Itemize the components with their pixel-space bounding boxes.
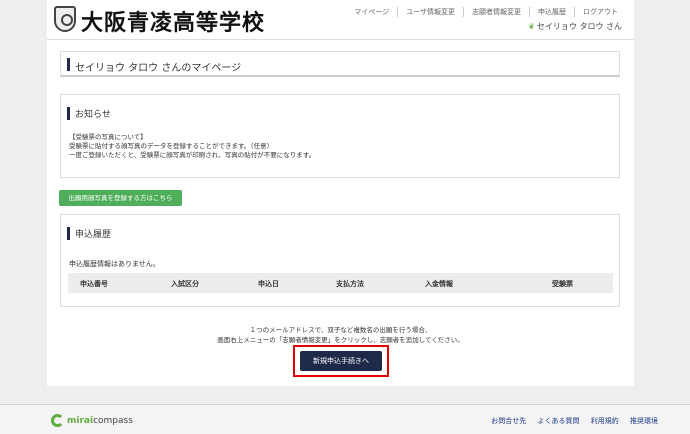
nav-user-info-change[interactable]: ユーザ情報変更: [397, 7, 463, 17]
column-header: 入試区分: [171, 280, 199, 288]
school-crest-icon: [54, 6, 76, 32]
nav-mypage[interactable]: マイページ: [346, 7, 397, 17]
register-photo-button[interactable]: 出願用顔写真を登録する方はこちら: [59, 190, 182, 206]
history-title-marker: [67, 227, 70, 240]
info-line: １つのメールアドレスで、双子など複数名の出願を行う場合、: [249, 326, 432, 334]
footer-link-contact[interactable]: お問合せ先: [491, 417, 526, 425]
notice-line: 受験票に貼付する顔写真のデータを登録することができます。（任意）: [69, 142, 274, 150]
notice-title: お知らせ: [75, 110, 111, 120]
logo-rest: compass: [93, 416, 133, 426]
nav-application-history[interactable]: 申込履歴: [529, 7, 574, 17]
notice-title-marker: [67, 107, 70, 120]
history-title: 申込履歴: [75, 230, 112, 240]
user-label: ❦ セイリョウ タロウ さん: [528, 21, 622, 32]
column-header: 申込日: [258, 280, 279, 288]
footer: miraicompass お問合せ先 よくある質問 利用規約 推奨環境: [0, 404, 690, 434]
history-card: 申込履歴 申込履歴情報はありません。 申込番号 入試区分 申込日 支払方法 入金…: [60, 214, 620, 307]
notice-card: お知らせ 【受験票の写真について】 受験票に貼付する顔写真のデータを登録すること…: [60, 94, 620, 178]
notice-header: お知らせ: [61, 101, 619, 121]
notice-line: 一度ご登録いただくと、受験票に顔写真が印刷され、写真の貼付が不要になります。: [69, 151, 316, 159]
footer-logo: miraicompass: [67, 416, 133, 426]
footer-link-faq[interactable]: よくある質問: [538, 417, 580, 425]
column-header: 受験票: [552, 280, 573, 288]
page-title-box: セイリョウ タロウ さんのマイページ: [60, 51, 620, 77]
footer-links: お問合せ先 よくある質問 利用規約 推奨環境: [482, 416, 658, 426]
notice-body: 【受験票の写真について】 受験票に貼付する顔写真のデータを登録することができます…: [69, 133, 315, 160]
school-name: 大阪青凌高等学校: [81, 11, 266, 36]
footer-link-environment[interactable]: 推奨環境: [630, 417, 658, 425]
info-line: 画面右上メニューの「志願者情報変更」をクリックし、志願者を追加してください。: [217, 336, 464, 344]
column-header: 入金情報: [425, 280, 453, 288]
miraicompass-logo-icon: [51, 414, 64, 427]
new-application-button[interactable]: 新規申込手続きへ: [300, 351, 382, 371]
notice-line: 【受験票の写真について】: [69, 133, 147, 141]
top-nav: マイページ ユーザ情報変更 志願者情報変更 申込履歴 ログアウト: [346, 7, 626, 17]
page-title: セイリョウ タロウ さんのマイページ: [75, 63, 242, 74]
leaf-icon: ❦: [528, 22, 535, 31]
user-name: セイリョウ タロウ さん: [536, 22, 622, 31]
column-header: 申込番号: [80, 280, 108, 288]
main-content: セイリョウ タロウ さんのマイページ お知らせ 【受験票の写真について】 受験票…: [47, 40, 634, 386]
highlight-frame: 新規申込手続きへ: [293, 345, 389, 377]
footer-link-terms[interactable]: 利用規約: [591, 417, 619, 425]
nav-applicant-info-change[interactable]: 志願者情報変更: [463, 7, 529, 17]
title-bar-marker: [67, 58, 70, 71]
history-table-header: 申込番号 入試区分 申込日 支払方法 入金情報 受験票: [68, 273, 613, 293]
logo-bold: mirai: [67, 416, 94, 426]
history-header: 申込履歴: [61, 221, 619, 241]
header: 大阪青凌高等学校 マイページ ユーザ情報変更 志願者情報変更 申込履歴 ログアウ…: [47, 0, 634, 40]
nav-logout[interactable]: ログアウト: [574, 7, 626, 17]
history-empty-message: 申込履歴情報はありません。: [69, 260, 160, 268]
column-header: 支払方法: [336, 280, 364, 288]
